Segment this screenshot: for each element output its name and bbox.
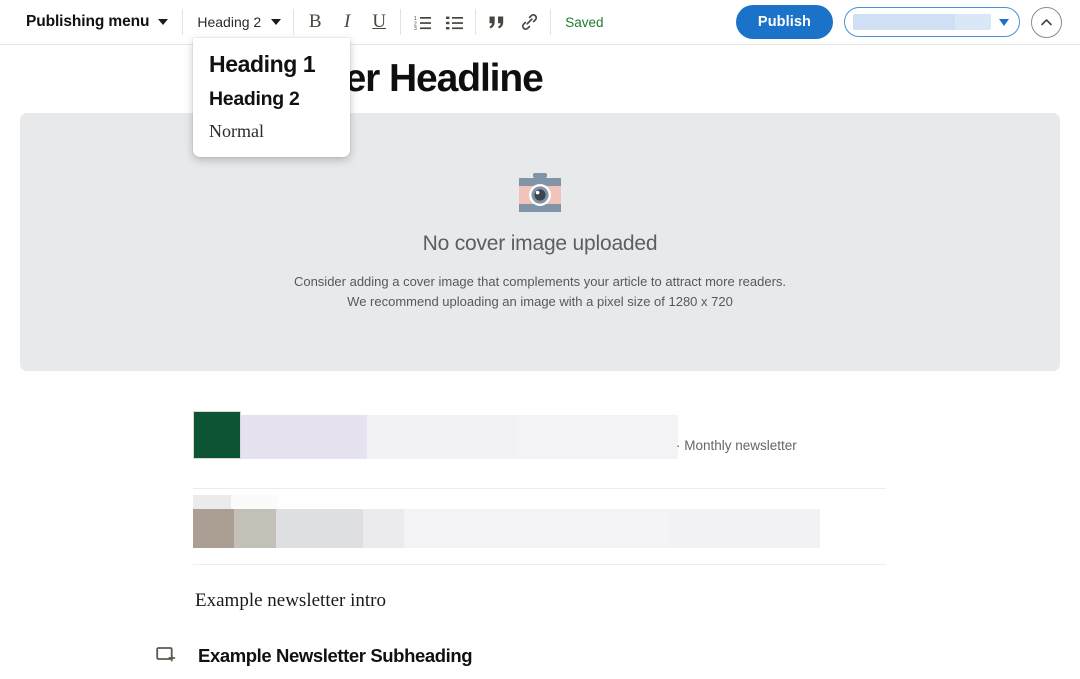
newsletter-editor-page: Publishing menu Heading 2 B I U 1 2 3 Sa… — [0, 0, 1080, 679]
placeholder-strip — [193, 495, 278, 509]
placeholder-block — [600, 415, 678, 459]
insert-block-icon[interactable] — [156, 645, 178, 667]
media-row[interactable] — [193, 509, 820, 548]
ordered-list-button[interactable]: 1 2 3 — [407, 7, 437, 37]
link-icon — [521, 14, 537, 30]
blockquote-button[interactable] — [482, 7, 512, 37]
green-foliage-thumbnail[interactable] — [193, 411, 241, 459]
intro-paragraph[interactable]: Example newsletter intro — [195, 590, 386, 612]
camera-icon — [513, 172, 567, 224]
style-option-normal[interactable]: Normal — [193, 116, 350, 147]
blockquote-icon — [489, 16, 504, 28]
text-style-current-label: Heading 2 — [197, 14, 262, 30]
save-status-label: Saved — [565, 14, 604, 30]
chevron-down-icon — [271, 19, 282, 25]
placeholder-block — [363, 509, 404, 548]
placeholder-block — [367, 415, 517, 459]
bold-button[interactable]: B — [300, 7, 330, 37]
subheading-block: Example Newsletter Subheading — [156, 645, 473, 667]
media-row-caption: · Monthly newsletter — [676, 438, 797, 453]
publishing-menu-button[interactable]: Publishing menu — [0, 0, 182, 44]
insert-group — [476, 7, 550, 37]
chevron-down-icon — [158, 19, 169, 25]
divider — [193, 564, 886, 565]
link-button[interactable] — [514, 7, 544, 37]
media-row[interactable] — [193, 411, 678, 463]
collapse-toolbar-button[interactable] — [1031, 6, 1062, 38]
placeholder-block — [669, 509, 820, 548]
editor-toolbar: Publishing menu Heading 2 B I U 1 2 3 Sa… — [0, 0, 1080, 45]
publishing-menu-label: Publishing menu — [26, 13, 150, 30]
ordered-list-icon: 1 2 3 — [414, 16, 431, 30]
audience-select-value-placeholder — [853, 14, 991, 30]
underline-button[interactable]: U — [364, 7, 394, 37]
placeholder-block — [193, 509, 234, 548]
subheading-text[interactable]: Example Newsletter Subheading — [198, 645, 473, 667]
toolbar-right-actions: Publish — [735, 5, 1080, 39]
list-format-group: 1 2 3 — [401, 7, 475, 37]
cover-empty-title: No cover image uploaded — [422, 231, 658, 255]
placeholder-block — [231, 495, 278, 509]
italic-button[interactable]: I — [332, 7, 362, 37]
svg-text:3: 3 — [414, 26, 417, 30]
placeholder-block — [193, 495, 231, 509]
caret-down-icon — [999, 18, 1009, 26]
placeholder-block — [404, 509, 534, 548]
placeholder-block — [234, 509, 276, 548]
style-option-heading-2[interactable]: Heading 2 — [193, 83, 350, 116]
cover-image-dropzone[interactable]: No cover image uploaded Consider adding … — [20, 113, 1060, 371]
style-option-heading-1[interactable]: Heading 1 — [193, 46, 350, 83]
bullet-list-icon — [445, 16, 463, 29]
bullet-list-button[interactable] — [439, 7, 469, 37]
placeholder-block — [241, 415, 367, 459]
chevron-up-icon — [1041, 18, 1052, 25]
placeholder-block — [276, 509, 320, 548]
cover-empty-hint-line-2: We recommend uploading an image with a p… — [347, 293, 733, 309]
text-style-dropdown-menu: Heading 1 Heading 2 Normal — [193, 38, 350, 157]
cover-empty-hint-line-1: Consider adding a cover image that compl… — [293, 273, 787, 289]
placeholder-block — [320, 509, 363, 548]
placeholder-block — [517, 415, 600, 459]
placeholder-block — [534, 509, 669, 548]
audience-select[interactable] — [844, 7, 1020, 37]
text-format-group: B I U — [294, 7, 400, 37]
publish-button[interactable]: Publish — [735, 5, 833, 39]
divider — [193, 488, 886, 489]
